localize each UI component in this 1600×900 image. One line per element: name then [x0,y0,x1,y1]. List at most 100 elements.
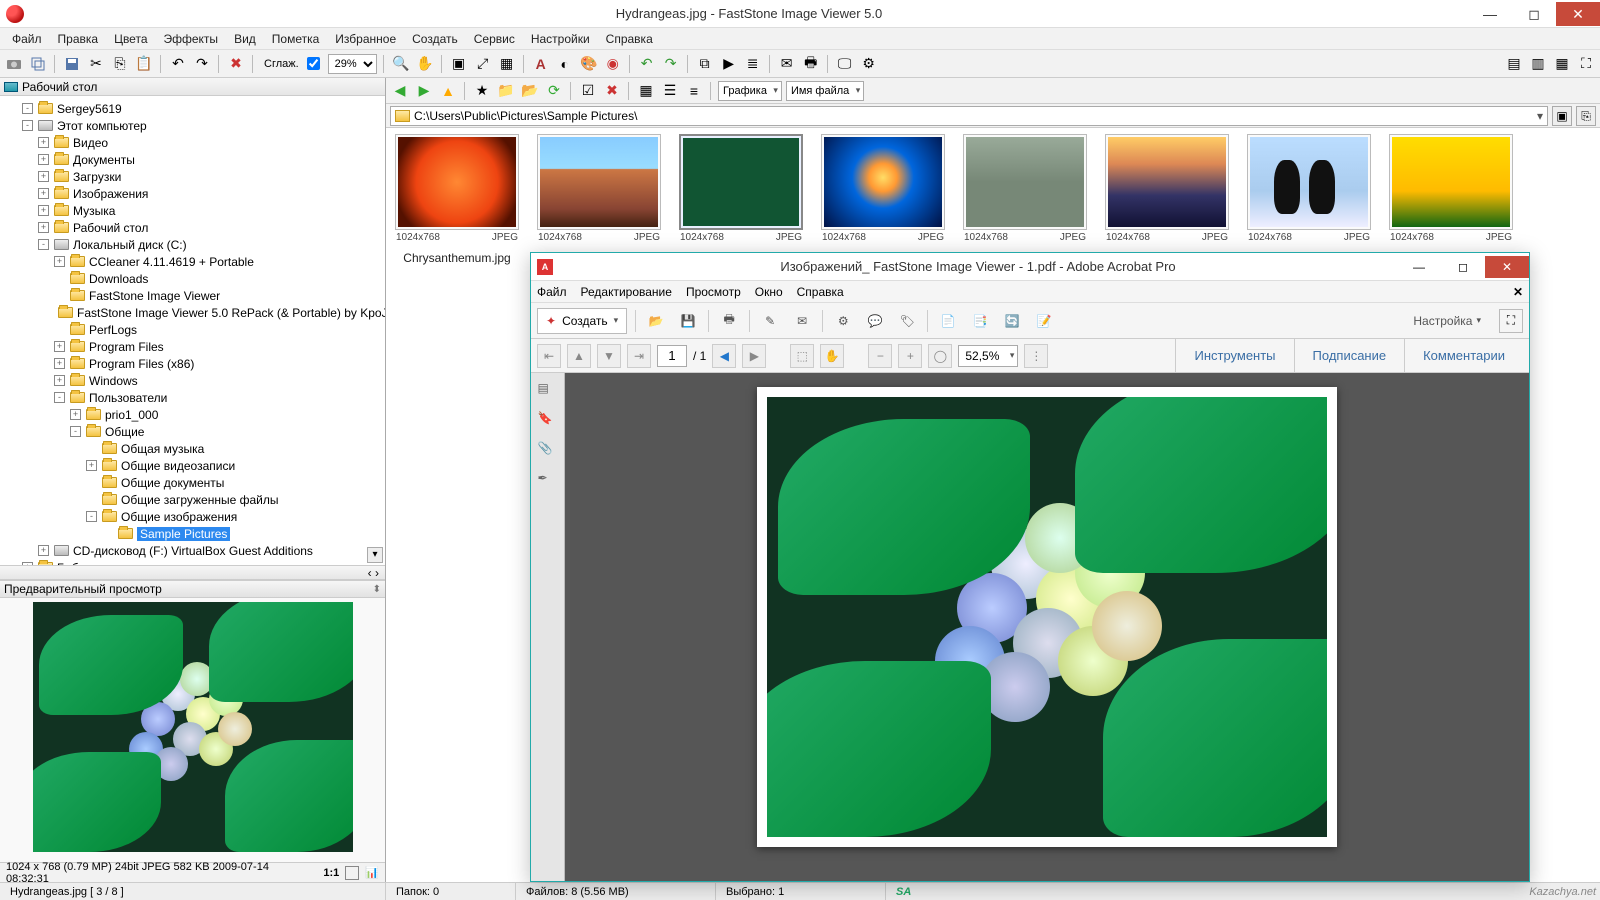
redo-icon[interactable]: ↷ [192,54,212,74]
tree-row[interactable]: Общая музыка [0,440,385,457]
tree-twisty[interactable]: + [86,460,97,471]
tree-row[interactable]: Sample Pictures [0,525,385,542]
acrobat-attach-icon[interactable]: 📎 [538,441,558,461]
copy2-icon[interactable]: ⎘ [110,54,130,74]
smooth-checkbox[interactable] [307,57,320,70]
acrobat-prev-view-icon[interactable]: ◀ [712,344,736,368]
layout3-icon[interactable]: ▦ [1552,54,1572,74]
tree-twisty[interactable]: - [38,239,49,250]
hand-icon[interactable]: ✋ [415,54,435,74]
rotate-right-icon[interactable]: ↷ [661,54,681,74]
tree-twisty[interactable]: + [54,256,65,267]
tree-row[interactable]: +Изображения [0,185,385,202]
acrobat-document-area[interactable] [565,373,1529,881]
tree-row[interactable]: FastStone Image Viewer 5.0 RePack (& Por… [0,304,385,321]
text-icon[interactable]: A [531,54,551,74]
preview-collapse-icon[interactable]: ⬍ [373,584,381,595]
preview-fit-icon[interactable] [345,866,359,880]
acrobat-bookmark-icon[interactable]: 🔖 [538,411,558,431]
tree-twisty[interactable]: - [22,120,33,131]
email-icon[interactable]: ✉ [777,54,797,74]
menu-item[interactable]: Создать [404,30,466,48]
acrobat-page-first-icon[interactable]: ⇤ [537,344,561,368]
acrobat-fullscreen-icon[interactable]: ⛶ [1499,309,1523,333]
acrobat-minimize-button[interactable]: — [1397,256,1441,278]
menu-item[interactable]: Правка [50,30,107,48]
acrobat-comment-icon[interactable]: 💬 [863,309,887,333]
crop-icon[interactable]: ▣ [449,54,469,74]
tree-twisty[interactable]: + [38,545,49,556]
tree-row[interactable]: +CCleaner 4.11.4619 + Portable [0,253,385,270]
tree-row[interactable]: +Рабочий стол [0,219,385,236]
acrobat-menu-item[interactable]: Просмотр [686,285,741,299]
acrobat-menu-item[interactable]: Редактирование [581,285,672,299]
tree-row[interactable]: +Общие видеозаписи [0,457,385,474]
acrobat-gear-icon[interactable]: ⚙ [831,309,855,333]
acrobat-page-input[interactable] [657,345,687,367]
tree-row[interactable]: FastStone Image Viewer [0,287,385,304]
fullscreen-icon[interactable]: ⛶ [1576,54,1596,74]
address-bar[interactable]: C:\Users\Public\Pictures\Sample Pictures… [390,106,1548,126]
thumbnail[interactable]: 1024x768JPEG Chrysanthemum.jpg [392,134,522,265]
menu-item[interactable]: Настройки [523,30,598,48]
print-icon[interactable]: 🖶 [801,54,821,74]
tree-twisty[interactable]: + [22,562,33,566]
menu-item[interactable]: Эффекты [156,30,227,48]
thumbnail[interactable]: 1024x768JPEG [960,134,1090,251]
tree-row[interactable]: -Общие изображения [0,508,385,525]
canvas-icon[interactable]: ▦ [497,54,517,74]
menu-item[interactable]: Справка [598,30,661,48]
tree-row[interactable]: -Пользователи [0,389,385,406]
color-icon[interactable]: 🎨 [579,54,599,74]
acrobat-print-icon[interactable]: 🖶 [717,309,741,333]
maximize-button[interactable]: ◻ [1512,2,1556,26]
tree-row[interactable]: +Документы [0,151,385,168]
acrobat-zoom-more-icon[interactable]: ⋮ [1024,344,1048,368]
back-icon[interactable]: ◀ [390,81,410,101]
tree-twisty[interactable]: + [54,358,65,369]
thumbnail[interactable]: 1024x768JPEG [676,134,806,251]
acrobat-stamp-icon[interactable]: 🏷 [895,309,919,333]
wallpaper-icon[interactable]: 🖵 [835,54,855,74]
cut-icon[interactable]: ✂ [86,54,106,74]
tree-row[interactable]: +prio1_000 [0,406,385,423]
tree-row[interactable]: Общие загруженные файлы [0,491,385,508]
acrobat-panel-link[interactable]: Подписание [1294,339,1405,373]
acrobat-close-button[interactable]: ✕ [1485,256,1529,278]
tree-row[interactable]: -Локальный диск (C:) [0,236,385,253]
tree-row[interactable]: +Музыка [0,202,385,219]
forward-icon[interactable]: ▶ [414,81,434,101]
tree-twisty[interactable]: + [38,154,49,165]
addr-copy-button[interactable]: ⎘ [1576,106,1596,126]
addr-history-button[interactable]: ▣ [1552,106,1572,126]
acquire-icon[interactable] [4,54,24,74]
acrobat-save-icon[interactable]: 💾 [676,309,700,333]
folder-new-icon[interactable]: 📁 [496,81,516,101]
acrobat-tool3-icon[interactable]: 🔄 [1000,309,1024,333]
fav-icon[interactable]: ★ [472,81,492,101]
up-icon[interactable]: ▲ [438,81,458,101]
acrobat-next-view-icon[interactable]: ▶ [742,344,766,368]
tree-twisty[interactable]: + [54,375,65,386]
close-button[interactable]: ✕ [1556,2,1600,26]
acrobat-zoom-out-icon[interactable]: − [868,344,892,368]
tree-twisty[interactable]: + [38,137,49,148]
tree-twisty[interactable]: + [38,171,49,182]
resize-icon[interactable]: ⤢ [473,54,493,74]
acrobat-edit-icon[interactable]: ✎ [758,309,782,333]
menu-item[interactable]: Пометка [264,30,328,48]
acrobat-pages-icon[interactable]: ▤ [538,381,558,401]
paste-icon[interactable]: 📋 [134,54,154,74]
menu-item[interactable]: Сервис [466,30,523,48]
slideshow-icon[interactable]: ▶ [719,54,739,74]
copy-icon[interactable] [28,54,48,74]
thumbnail[interactable]: 1024x768JPEG [1102,134,1232,251]
tree-row[interactable]: +CD-дисковод (F:) VirtualBox Guest Addit… [0,542,385,559]
acrobat-page-last-icon[interactable]: ⇥ [627,344,651,368]
folder-tree[interactable]: -Sergey5619-Этот компьютер+Видео+Докумен… [0,96,385,566]
folder-open-icon[interactable]: 📂 [520,81,540,101]
tree-twisty[interactable]: - [86,511,97,522]
batch-icon[interactable]: ≣ [743,54,763,74]
adjust-icon[interactable]: ◐ [555,54,575,74]
tree-row[interactable]: +Program Files [0,338,385,355]
